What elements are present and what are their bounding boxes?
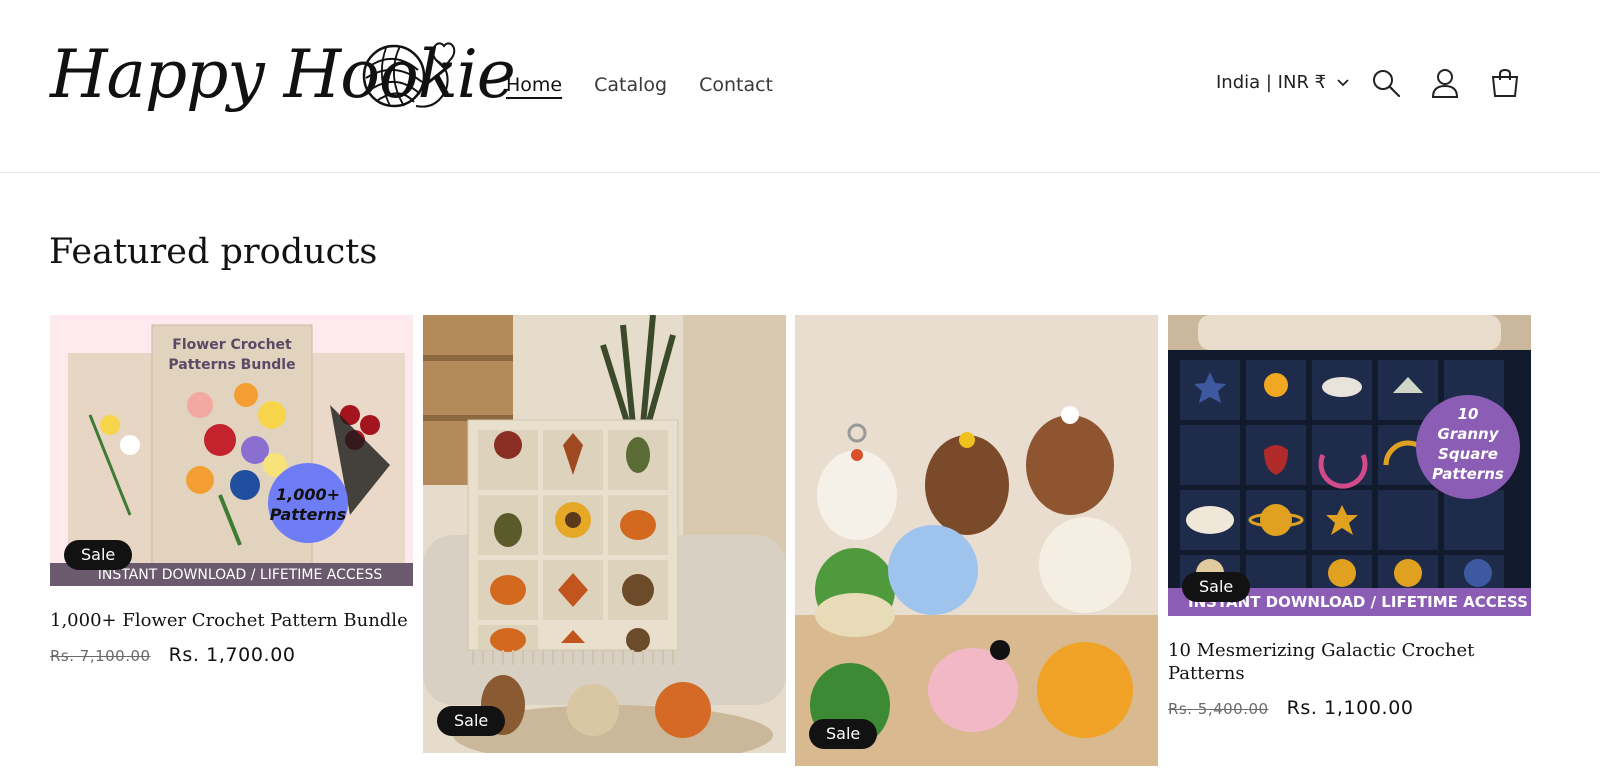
sale-price: Rs. 1,700.00 [168, 644, 296, 666]
image-header-line: Flower Crochet [172, 337, 292, 353]
image-footer-text: INSTANT DOWNLOAD / LIFETIME ACCESS [98, 567, 383, 583]
sale-badge: Sale [64, 540, 133, 570]
image-badge-line: 10 [1458, 405, 1479, 423]
image-badge-line: Granny [1438, 425, 1500, 443]
account-icon [1431, 69, 1459, 98]
account-button[interactable] [1428, 66, 1462, 100]
product-card[interactable]: Flower Crochet Patterns Bundle 1,000+ Pa… [50, 315, 413, 666]
product-image[interactable]: Flower Crochet Patterns Bundle 1,000+ Pa… [50, 315, 413, 586]
chevron-down-icon [1337, 78, 1349, 86]
country-currency-selector[interactable]: India | INR ₹ [1216, 72, 1350, 93]
site-header: Happy Hookie Home Catalog Contact India … [0, 0, 1600, 173]
product-card[interactable]: Sale [795, 315, 1158, 766]
price-row: Rs. 5,400.00 Rs. 1,100.00 [1168, 697, 1531, 719]
sale-badge: Sale [437, 706, 506, 736]
product-image[interactable]: Sale [423, 315, 786, 753]
sale-badge: Sale [1182, 572, 1251, 602]
nav-catalog-link[interactable]: Catalog [594, 73, 667, 97]
locale-label: India | INR ₹ [1216, 72, 1327, 93]
nav-home-link[interactable]: Home [506, 73, 562, 97]
image-badge-line: Patterns [270, 505, 346, 524]
store-logo[interactable]: Happy Hookie [50, 30, 516, 140]
product-card[interactable]: 10 Granny Square Patterns INSTANT DOWNLO… [1168, 315, 1531, 719]
compare-at-price: Rs. 5,400.00 [1168, 700, 1269, 718]
main-nav: Home Catalog Contact [506, 73, 773, 97]
search-button[interactable] [1369, 66, 1403, 100]
product-card[interactable]: Sale [423, 315, 786, 753]
product-title-link[interactable]: 10 Mesmerizing Galactic Crochet Patterns [1168, 639, 1531, 685]
yarn-ball-icon [362, 42, 456, 108]
sale-badge: Sale [809, 719, 878, 749]
product-image[interactable]: Sale [795, 315, 1158, 766]
image-badge-line: 1,000+ [276, 485, 340, 504]
product-image[interactable]: 10 Granny Square Patterns INSTANT DOWNLO… [1168, 315, 1531, 616]
compare-at-price: Rs. 7,100.00 [50, 647, 151, 665]
product-title-link[interactable]: 1,000+ Flower Crochet Pattern Bundle [50, 609, 413, 632]
cart-button[interactable] [1488, 66, 1522, 100]
svg-text:Patterns Bundle: Patterns Bundle [168, 357, 295, 373]
image-badge-line: Square [1438, 445, 1498, 463]
image-badge-line: Patterns [1432, 465, 1504, 483]
nav-contact-link[interactable]: Contact [699, 73, 773, 97]
section-title: Featured products [49, 232, 378, 272]
search-icon [1373, 70, 1401, 98]
price-row: Rs. 7,100.00 Rs. 1,700.00 [50, 644, 413, 666]
cart-icon [1491, 68, 1519, 97]
sale-price: Rs. 1,100.00 [1286, 697, 1414, 719]
